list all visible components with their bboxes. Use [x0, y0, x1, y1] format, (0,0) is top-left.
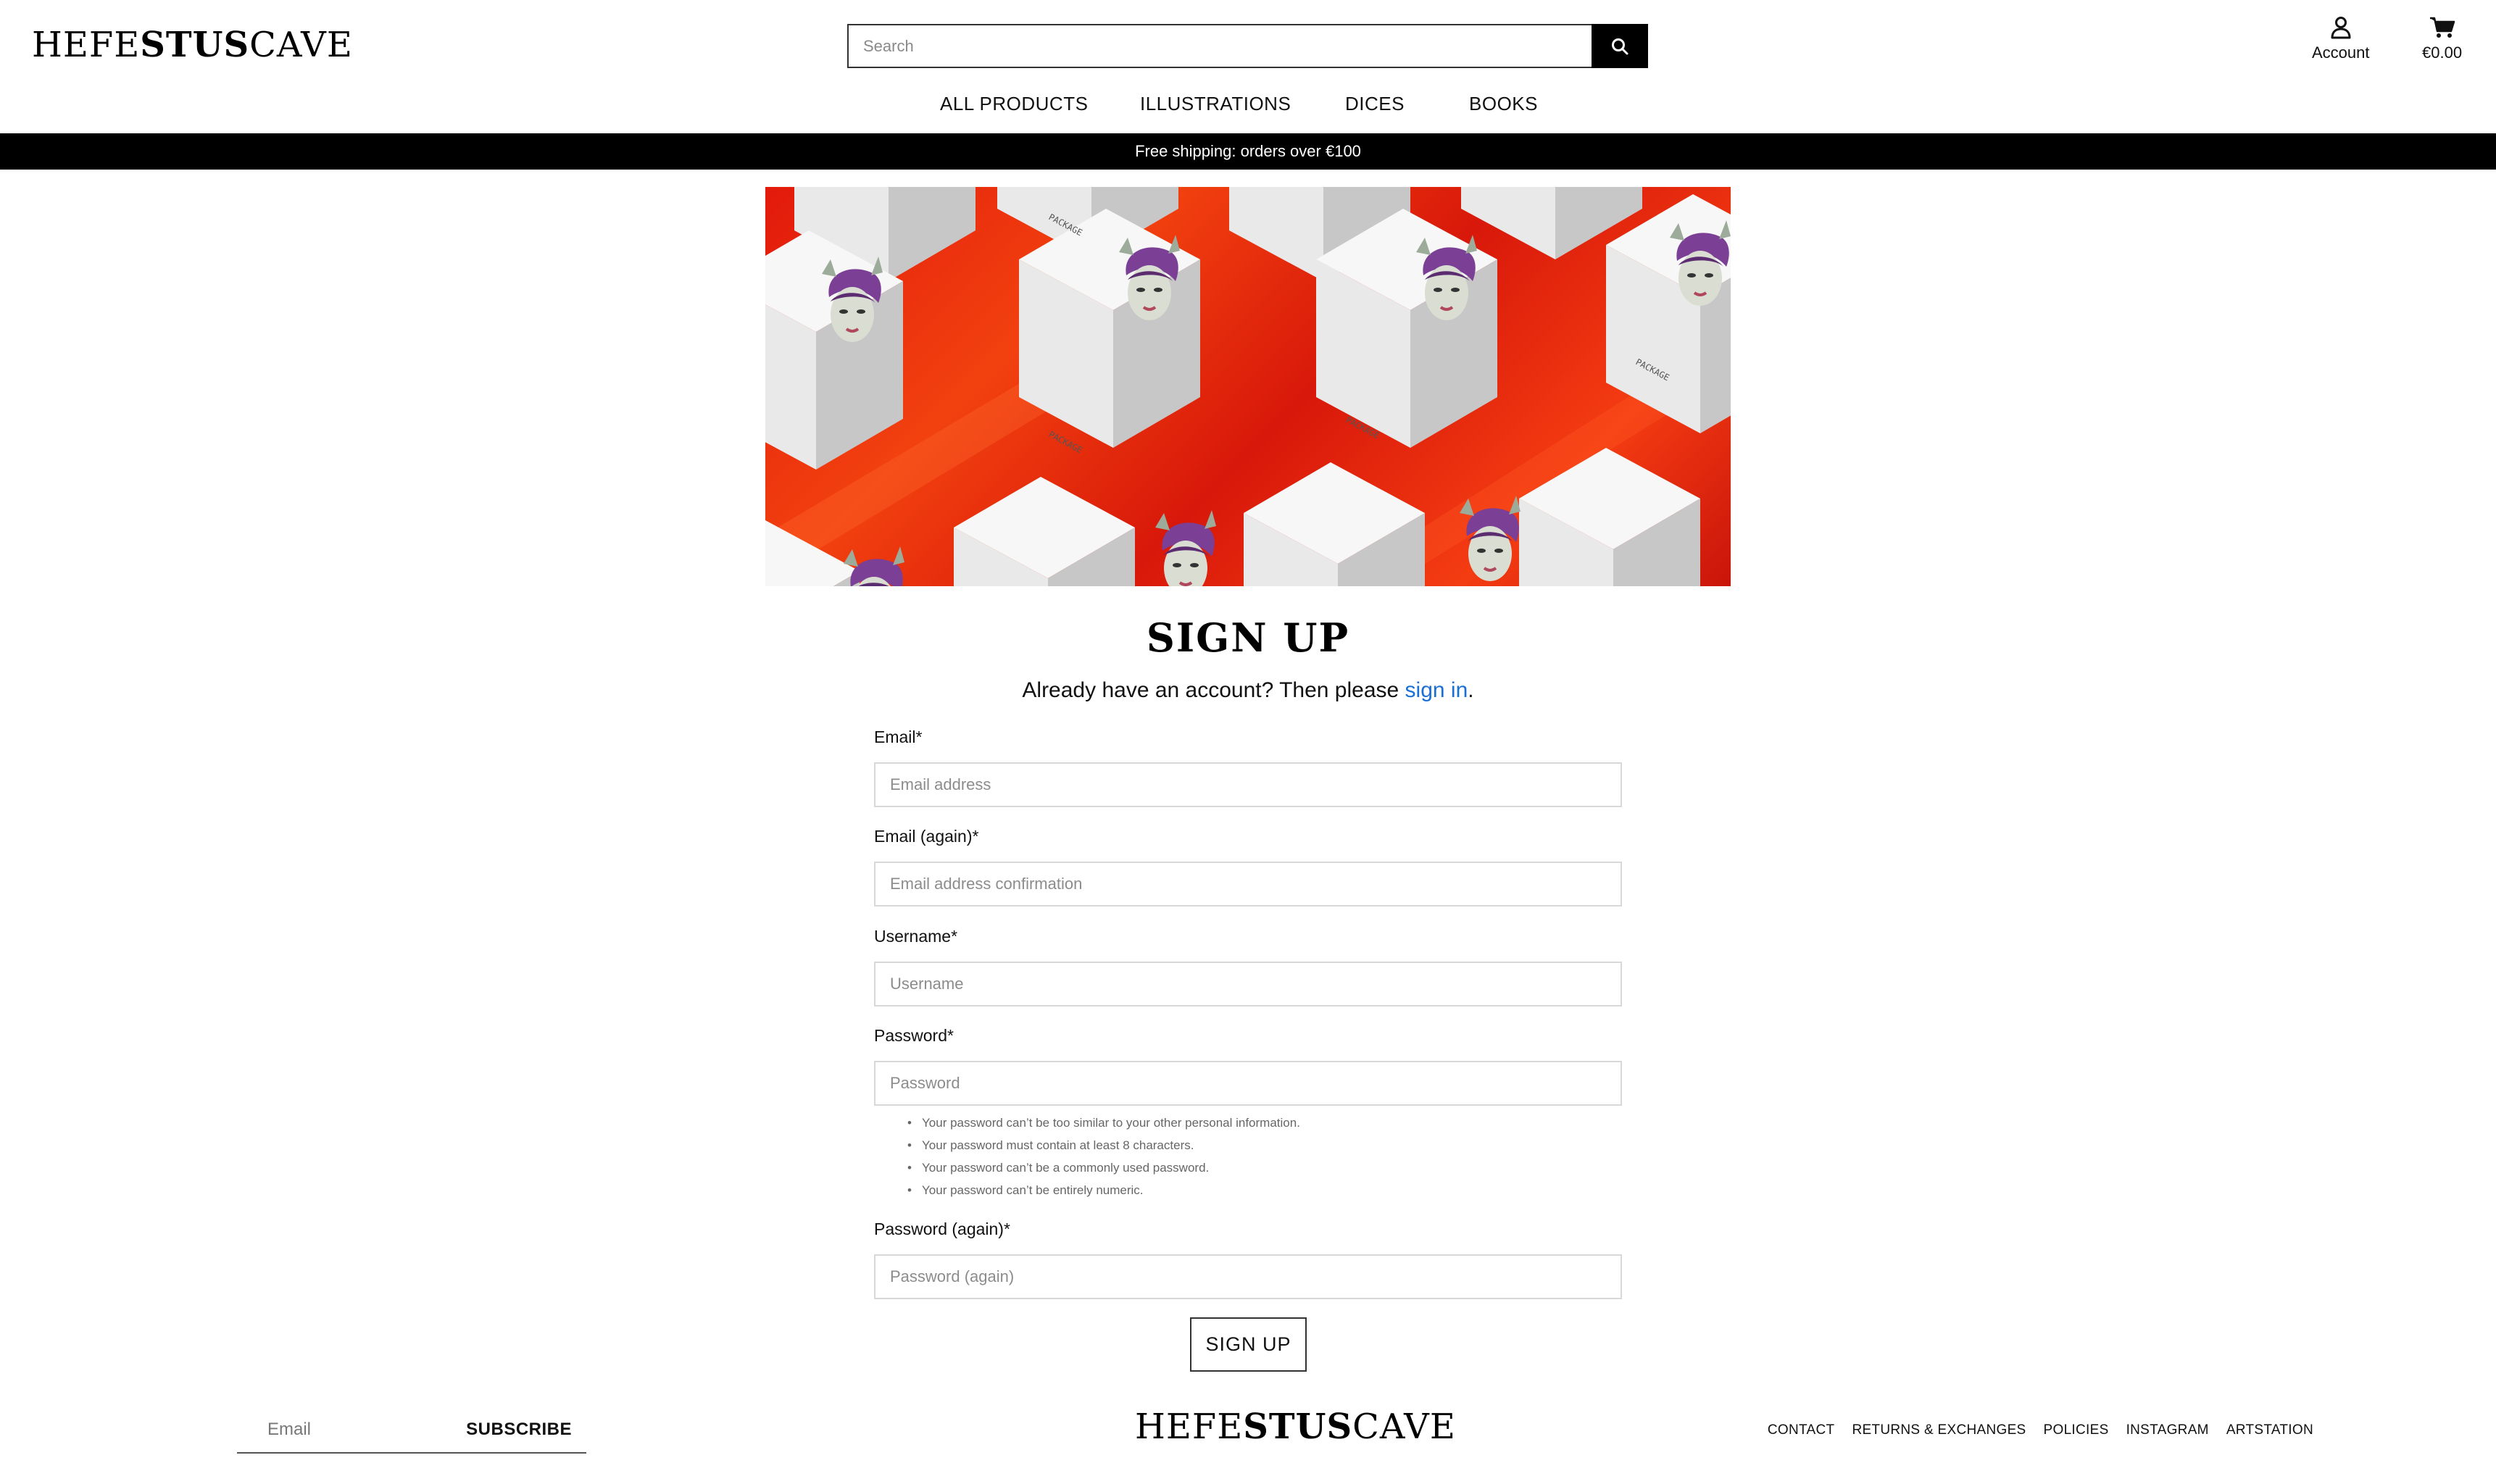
signin-suffix: .: [1468, 678, 1474, 702]
footer-link-policies[interactable]: POLICIES: [2044, 1422, 2109, 1438]
hero-illustration: PACKAGE PACKAGE PACKAGE PACKAGE: [765, 187, 1731, 586]
email-confirm-field[interactable]: [874, 862, 1622, 906]
site-logo[interactable]: HEFESTUSCAVE: [32, 25, 353, 65]
username-label: Username*: [874, 927, 958, 946]
page-title: SIGN UP: [1146, 614, 1350, 661]
main-nav: ALL PRODUCTS ILLUSTRATIONS DICES BOOKS: [0, 93, 2496, 122]
signin-link[interactable]: sign in: [1405, 678, 1468, 702]
email-field[interactable]: [874, 762, 1622, 807]
password-help-item: Your password must contain at least 8 ch…: [907, 1134, 1300, 1156]
cart-icon: [2429, 17, 2455, 38]
account-label: Account: [2312, 43, 2370, 62]
email-confirm-label: Email (again)*: [874, 827, 979, 846]
site-header: HEFESTUSCAVE Account €0.00 ALL PRODUCTS …: [0, 0, 2496, 133]
footer-link-contact[interactable]: CONTACT: [1768, 1422, 1835, 1438]
search-button[interactable]: [1592, 24, 1648, 68]
search-bar: [847, 24, 1648, 68]
promo-bar: Free shipping: orders over €100: [0, 133, 2496, 170]
account-button[interactable]: Account: [2312, 16, 2370, 62]
subscribe-button[interactable]: SUBSCRIBE: [466, 1407, 572, 1452]
logo-part-1: HEFE: [32, 25, 141, 65]
signin-prompt: Already have an account? Then please sig…: [0, 678, 2496, 703]
footer-link-instagram[interactable]: INSTAGRAM: [2126, 1422, 2209, 1438]
password-confirm-label: Password (again)*: [874, 1220, 1010, 1238]
nav-books[interactable]: BOOKS: [1469, 93, 1538, 115]
cart-total: €0.00: [2422, 43, 2463, 62]
box-label: PACKAGE: [1047, 429, 1084, 455]
signin-prefix: Already have an account? Then please: [1022, 678, 1405, 702]
username-field[interactable]: [874, 962, 1622, 1006]
email-label: Email*: [874, 728, 923, 746]
logo-part-3: CAVE: [249, 25, 353, 65]
password-field[interactable]: [874, 1061, 1622, 1106]
footer-logo[interactable]: HEFESTUSCAVE: [1135, 1406, 1456, 1447]
user-icon: [2331, 17, 2351, 39]
search-input[interactable]: [847, 24, 1592, 68]
password-help-list: Your password can’t be too similar to yo…: [907, 1112, 1300, 1201]
logo-part-2: STUS: [140, 25, 250, 65]
logo-part-2: STUS: [1243, 1406, 1353, 1447]
search-icon: [1612, 38, 1628, 54]
footer-link-returns[interactable]: RETURNS & EXCHANGES: [1852, 1422, 2026, 1438]
nav-all-products[interactable]: ALL PRODUCTS: [940, 93, 1088, 115]
cart-button[interactable]: €0.00: [2422, 16, 2462, 62]
nav-illustrations[interactable]: ILLUSTRATIONS: [1140, 93, 1291, 115]
promo-text: Free shipping: orders over €100: [1135, 142, 1361, 160]
newsletter-form: SUBSCRIBE: [237, 1407, 586, 1454]
logo-part-3: CAVE: [1352, 1406, 1456, 1447]
footer-links: CONTACT RETURNS & EXCHANGES POLICIES INS…: [1768, 1422, 2313, 1438]
footer-link-artstation[interactable]: ARTSTATION: [2226, 1422, 2313, 1438]
password-help-item: Your password can’t be a commonly used p…: [907, 1156, 1300, 1179]
logo-part-1: HEFE: [1135, 1406, 1244, 1447]
password-help-item: Your password can’t be entirely numeric.: [907, 1179, 1300, 1201]
signup-button[interactable]: SIGN UP: [1190, 1317, 1307, 1372]
password-help-item: Your password can’t be too similar to yo…: [907, 1112, 1300, 1134]
hero-image: PACKAGE PACKAGE PACKAGE PACKAGE: [765, 187, 1731, 586]
nav-dices[interactable]: DICES: [1345, 93, 1405, 115]
password-label: Password*: [874, 1026, 954, 1045]
newsletter-email-input[interactable]: [237, 1407, 454, 1452]
password-confirm-field[interactable]: [874, 1254, 1622, 1299]
